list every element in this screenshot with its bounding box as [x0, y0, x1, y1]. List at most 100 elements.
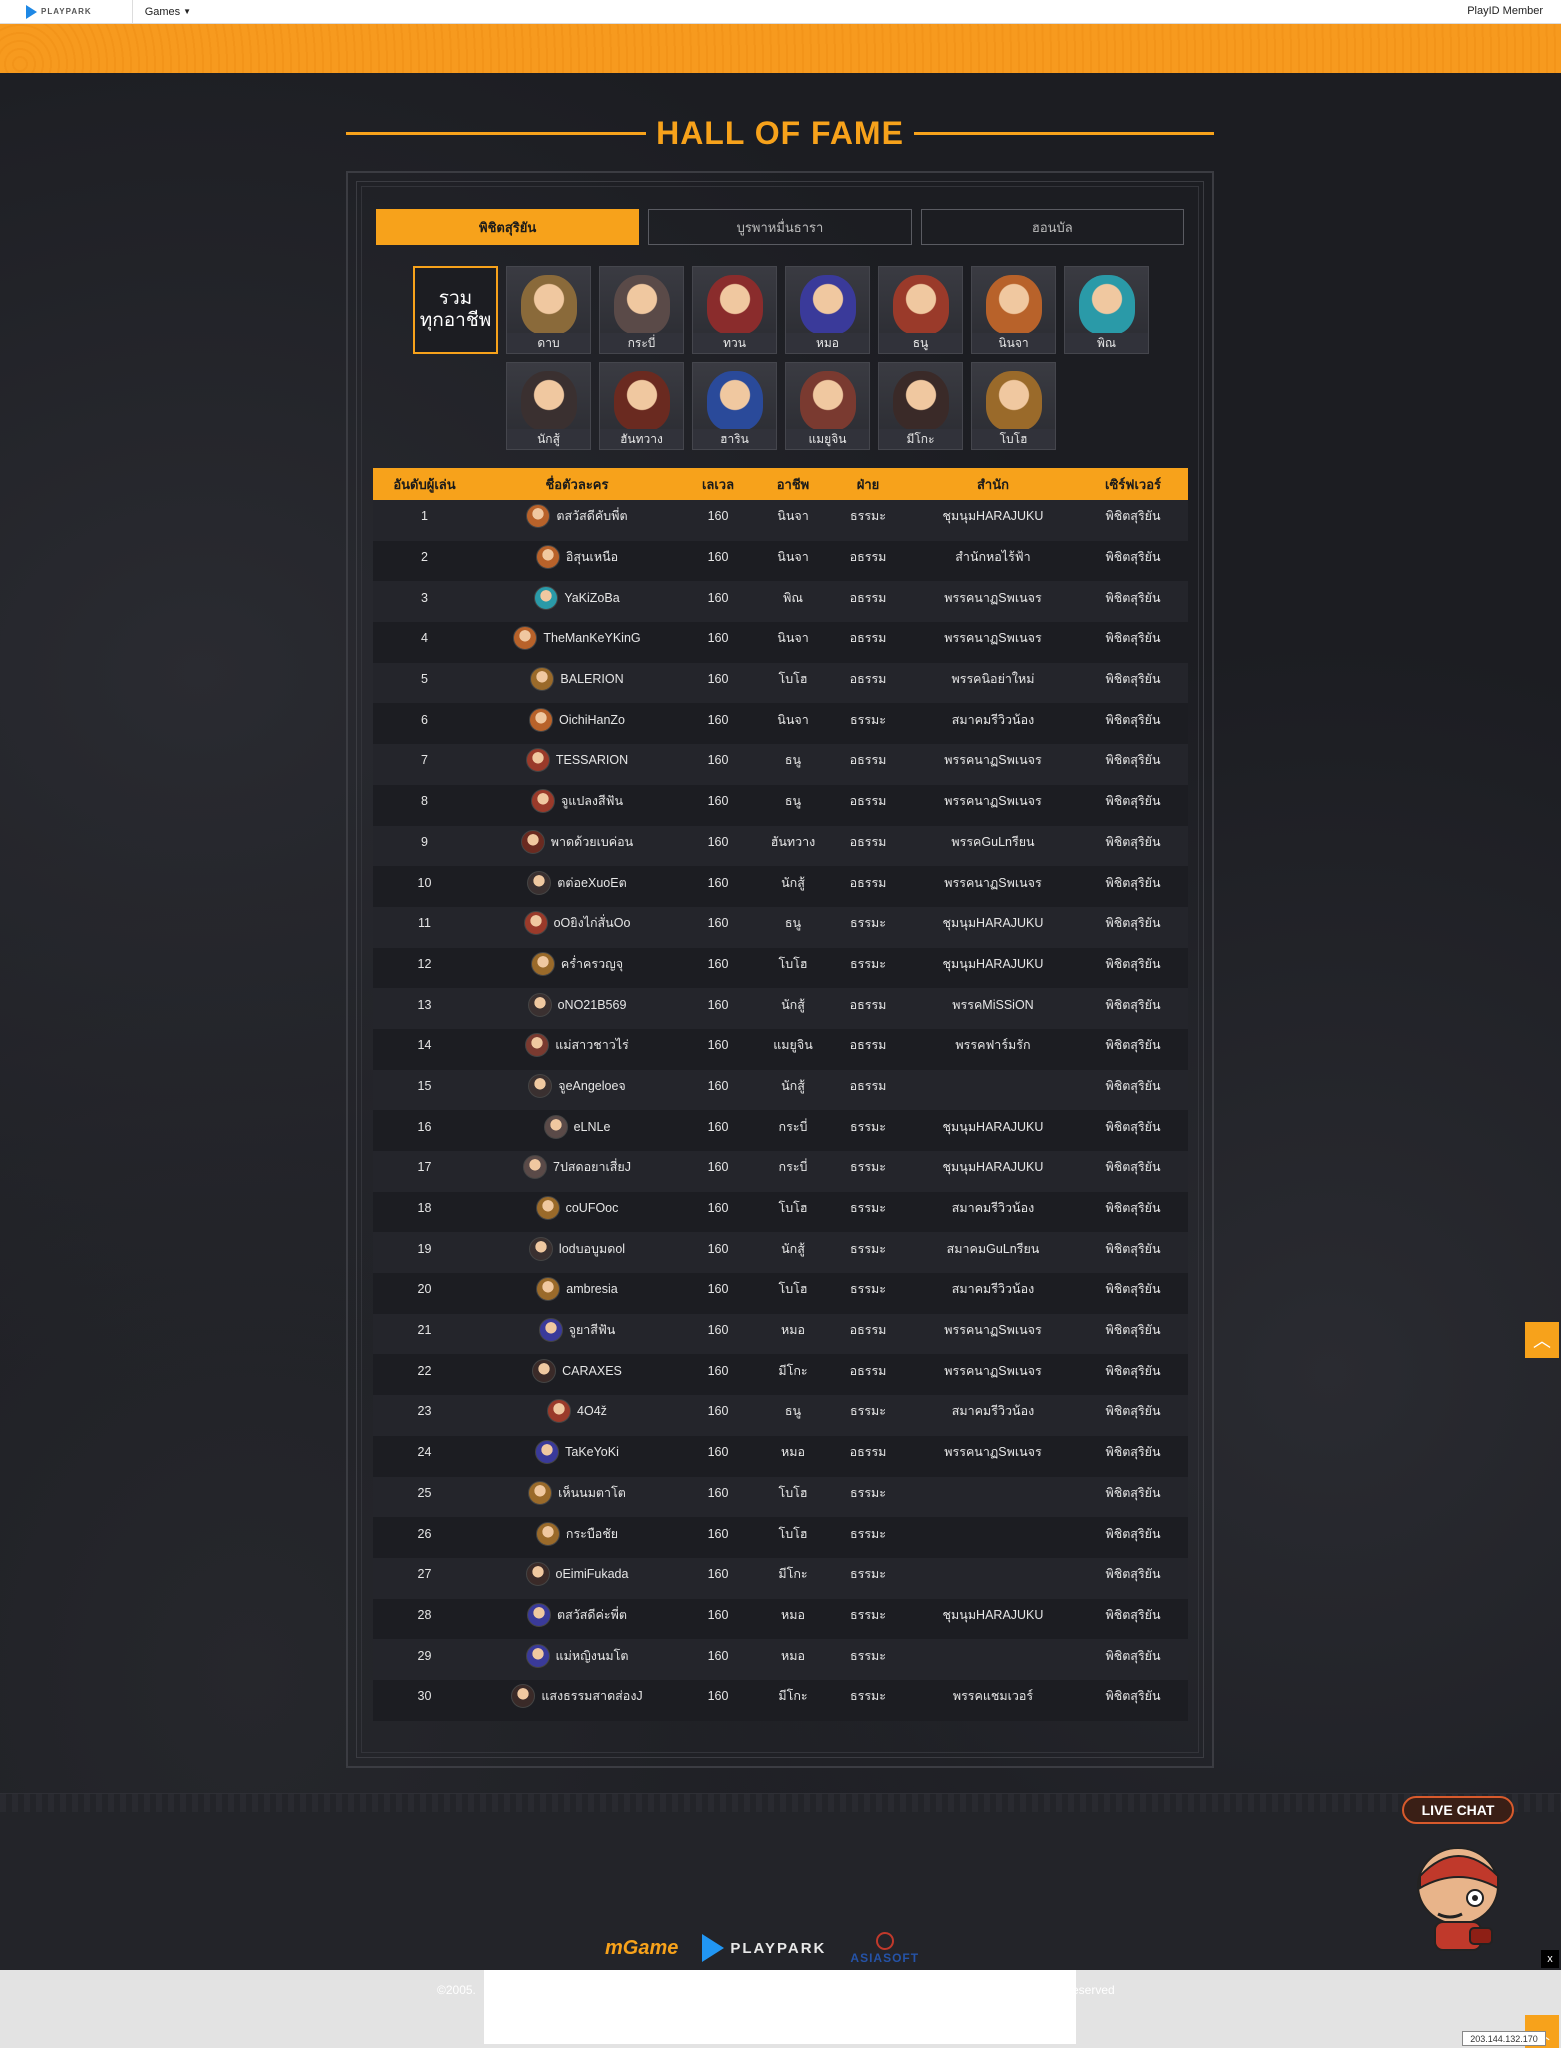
cell-side: อธรรม	[849, 1323, 887, 1338]
character-name: แม่หญิงนมโต	[555, 1648, 629, 1663]
cell-rank: 26	[417, 1526, 432, 1541]
asiasoft-logo[interactable]: ASIASOFT	[850, 1931, 920, 1965]
playpark-logo[interactable]: PLAYPARK	[26, 0, 92, 24]
cell-level: 160	[707, 1241, 729, 1256]
games-label: Games	[144, 5, 181, 18]
table-row: 15 จูeAngeloeจ 160 นักสู้ อธรรม พิชิตสุริยัน	[373, 1069, 1188, 1111]
cell-rank: 2	[421, 550, 428, 565]
cell-level: 160	[707, 672, 729, 687]
class-portrait	[986, 371, 1042, 431]
cell-job: นักสู้	[781, 1241, 805, 1256]
cell-level: 160	[707, 631, 729, 646]
cell-side: อธรรม	[849, 997, 887, 1012]
cell-side: ธรรมะ	[849, 1404, 886, 1419]
cell-side: อธรรม	[849, 1078, 887, 1093]
class-label: โบโฮ	[972, 429, 1055, 449]
cell-job: หมอ	[781, 1607, 805, 1622]
cell-guild: พรรคนาฏSพเนจร	[944, 875, 1042, 890]
table-row: 30 แสงธรรมสาดส่องJ 160 มีโกะ ธรรมะ พรรคแชมเวอ…	[373, 1679, 1188, 1721]
table-row: 8 จูแปลงสีฟัน 160 ธนู อธรรม พรรคนาฏSพเนจร พิชิ…	[373, 784, 1188, 826]
cell-guild: พรรคMiSSiON	[952, 997, 1034, 1012]
cell-name: ตสวัสดีคับพี่ต	[476, 504, 678, 529]
cell-job: ธนู	[784, 916, 802, 931]
caret-down-icon: ▼	[183, 7, 192, 16]
cell-guild: พรรคนาฏSพเนจร	[944, 1445, 1042, 1460]
class-card[interactable]: ทวน	[692, 266, 777, 354]
class-card[interactable]: ธนู	[878, 266, 963, 354]
cell-guild: พรรคนาฏSพเนจร	[944, 753, 1042, 768]
cell-side: อธรรม	[849, 753, 887, 768]
cell-server: พิชิตสุริยัน	[1105, 1323, 1161, 1338]
header-side: ฝ่าย	[856, 476, 880, 492]
header-job: อาชีพ	[776, 476, 810, 492]
class-portrait	[521, 275, 577, 335]
cell-job: นินจา	[777, 712, 809, 727]
character-name: oOยิงไก่สั่นOo	[553, 916, 631, 931]
playid-member-link[interactable]: PlayID Member	[1467, 5, 1543, 17]
header-server: เซิร์ฟเวอร์	[1105, 476, 1161, 492]
class-card[interactable]: พิณ	[1064, 266, 1149, 354]
avatar	[513, 626, 538, 651]
table-row: 2 อิสุนเหนือ 160 นินจา อธรรม สำนักหอไร้ฟ้า พิช…	[373, 540, 1188, 582]
cell-guild: ชุมนุมHARAJUKU	[942, 1160, 1044, 1175]
class-label: ฮันทวาง	[600, 429, 683, 449]
cell-guild: พรรคนิอย่าใหม่	[951, 672, 1035, 687]
tab-server-1[interactable]: พิชิตสุริยัน	[376, 209, 640, 245]
class-card[interactable]: หมอ	[785, 266, 870, 354]
scroll-top-button[interactable]: ︿	[1525, 1322, 1559, 1358]
class-portrait	[614, 275, 670, 335]
class-card[interactable]: ดาบ	[506, 266, 591, 354]
table-row: 20 ambresia 160 โบโฮ ธรรมะ สมาคมรีวิวน้อง พิชิ…	[373, 1273, 1188, 1314]
class-card[interactable]: ฮาริน	[692, 362, 777, 450]
games-dropdown[interactable]: Games ▼	[145, 6, 191, 18]
class-card[interactable]: นินจา	[971, 266, 1056, 354]
cell-server: พิชิตสุริยัน	[1105, 550, 1161, 565]
character-name: ตสวัสดีคับพี่ต	[556, 509, 628, 524]
cell-rank: 12	[417, 956, 432, 971]
class-card[interactable]: กระบี่	[599, 266, 684, 354]
asiasoft-text: ASIASOFT	[850, 1950, 920, 1965]
avatar	[532, 1358, 557, 1383]
tab-server-3[interactable]: ฮอนบัล	[920, 209, 1184, 245]
class-label: ธนู	[879, 333, 962, 353]
live-chat-button[interactable]: LIVE CHAT	[1402, 1796, 1514, 1824]
avatar	[535, 1196, 560, 1221]
cell-name: คร่ำครวญจุ	[476, 951, 678, 976]
character-name: จูeAngeloeจ	[558, 1078, 626, 1093]
class-card[interactable]: แมยูจิน	[785, 362, 870, 450]
cell-level: 160	[707, 1485, 729, 1500]
live-chat-mascot[interactable]	[1410, 1836, 1505, 1956]
ad-banner[interactable]	[484, 1970, 1076, 2044]
cell-rank: 16	[417, 1119, 432, 1134]
copyright-left: ©2005.	[437, 1983, 476, 1997]
cell-guild: สมาคมรีวิวน้อง	[951, 1404, 1035, 1419]
playpark-footer-logo[interactable]: PLAYPARK	[702, 1934, 826, 1962]
avatar	[528, 1236, 553, 1261]
character-name: TaKeYoKi	[565, 1445, 619, 1460]
mgame-logo[interactable]: mGame	[605, 1937, 678, 1960]
cell-level: 160	[707, 1445, 729, 1460]
class-card[interactable]: นักสู้	[506, 362, 591, 450]
cell-level: 160	[707, 1323, 729, 1338]
cell-guild: สมาคมรีวิวน้อง	[951, 712, 1035, 727]
cell-job: ธนู	[784, 753, 802, 768]
class-card[interactable]: โบโฮ	[971, 362, 1056, 450]
character-name: 7ปสดอยาเสี่ยJ	[553, 1160, 631, 1175]
cell-guild: พรรคนาฏSพเนจร	[944, 1363, 1042, 1378]
close-icon[interactable]: x	[1541, 1950, 1559, 1968]
class-card[interactable]: มีโกะ	[878, 362, 963, 450]
cell-level: 160	[707, 1201, 729, 1216]
class-all-button[interactable]: รวม ทุกอาชีพ	[413, 266, 498, 354]
cell-job: นินจา	[777, 631, 809, 646]
cell-level: 160	[707, 1648, 729, 1663]
avatar	[526, 504, 551, 529]
avatar	[525, 1643, 550, 1668]
class-card[interactable]: ฮันทวาง	[599, 362, 684, 450]
tab-server-2[interactable]: บูรพาหมื่นธารา	[648, 209, 912, 245]
table-row: 5 BALERION 160 โบโฮ อธรรม พรรคนิอย่าใหม่ พิชิต…	[373, 662, 1188, 704]
cell-guild: พรรคแชมเวอร์	[952, 1689, 1034, 1704]
table-row: 21 จูยาสีฟัน 160 หมอ อธรรม พรรคนาฏSพเนจร พิชิต…	[373, 1313, 1188, 1355]
table-row: 11 oOยิงไก่สั่นOo 160 ธนู ธรรมะ ชุมนุมHARAJUK…	[373, 906, 1188, 948]
cell-level: 160	[707, 1526, 729, 1541]
cell-guild: สมาคมรีวิวน้อง	[951, 1282, 1035, 1297]
